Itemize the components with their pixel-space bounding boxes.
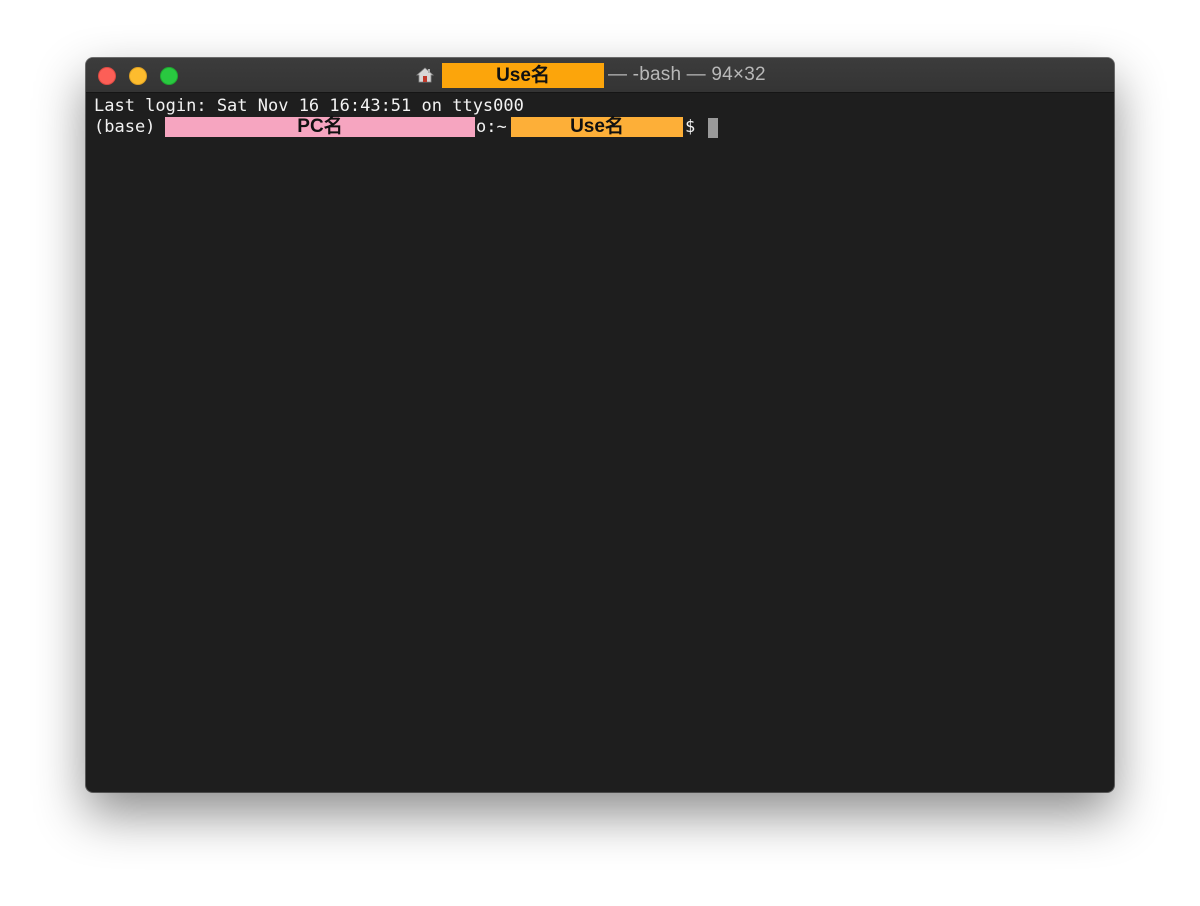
terminal-window: Use名 — -bash — 94×32 Last login: Sat Nov… [86,58,1114,792]
user-name-redaction: Use名 [511,117,683,137]
minimize-button[interactable] [129,67,147,85]
maximize-button[interactable] [160,67,178,85]
pc-name-redaction: PC名 [165,117,475,137]
prompt-separator: o:~ [476,117,507,137]
title-bar[interactable]: Use名 — -bash — 94×32 [86,58,1114,93]
terminal-content[interactable]: Last login: Sat Nov 16 16:43:51 on ttys0… [94,94,1106,784]
text-cursor [708,118,718,138]
title-username-redaction: Use名 [442,62,604,88]
last-login-line: Last login: Sat Nov 16 16:43:51 on ttys0… [94,96,524,116]
window-title: Use名 — -bash — 94×32 [415,62,766,88]
prompt-env: (base) [94,117,156,137]
close-button[interactable] [98,67,116,85]
title-session-info: — -bash — 94×32 [608,64,766,85]
prompt-symbol: $ [685,117,696,137]
home-folder-icon [415,66,435,84]
